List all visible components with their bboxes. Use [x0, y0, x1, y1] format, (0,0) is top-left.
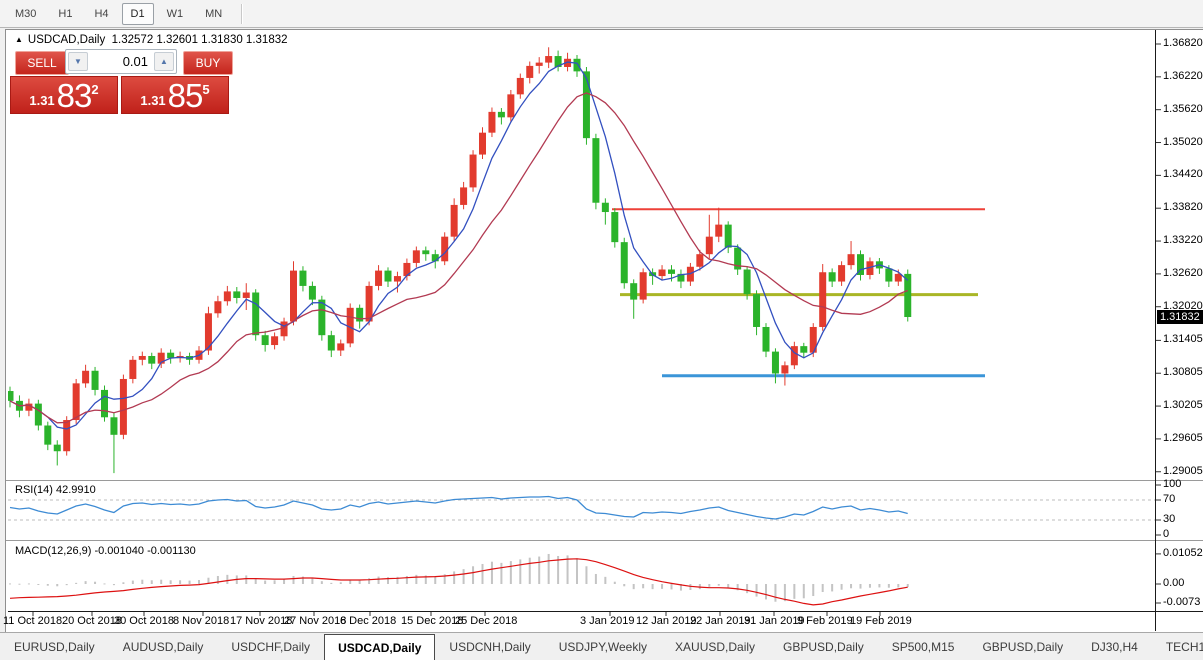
price-axis-label: 1.29605	[1163, 432, 1203, 444]
date-axis-label: 9 Feb 2019	[797, 615, 853, 627]
candlestick-chart	[0, 0, 1203, 660]
current-price-badge: 1.31832	[1157, 310, 1203, 324]
date-axis-label: 31 Jan 2019	[744, 615, 805, 627]
date-axis-label: 3 Jan 2019	[580, 615, 634, 627]
volume-input[interactable]	[88, 52, 154, 71]
macd-indicator-label: MACD(12,26,9) -0.001040 -0.001130	[15, 545, 196, 557]
chart-tab-audusd-daily[interactable]: AUDUSD,Daily	[109, 633, 218, 660]
price-axis-label: 1.30205	[1163, 399, 1203, 411]
volume-decrease-button[interactable]: ▼	[68, 52, 88, 71]
price-axis-label: 1.35620	[1163, 103, 1203, 115]
mt4-application: M30H1H4D1W1MN ▲USDCAD,Daily 1.32572 1.32…	[0, 0, 1203, 660]
date-axis-label: 19 Feb 2019	[850, 615, 912, 627]
price-axis-label: 1.36220	[1163, 70, 1203, 82]
rsi-scale-label: 0	[1163, 528, 1169, 540]
price-axis-label: 1.33820	[1163, 201, 1203, 213]
date-axis-label: 11 Oct 2018	[3, 615, 62, 627]
date-axis-label: 20 Oct 2018	[62, 615, 122, 627]
date-axis-label: 12 Jan 2019	[636, 615, 697, 627]
chart-tab-usdcad-daily[interactable]: USDCAD,Daily	[324, 634, 435, 660]
price-axis-label: 1.30805	[1163, 366, 1203, 378]
date-axis-label: 30 Oct 2018	[114, 615, 174, 627]
macd-scale-label: -0.0073	[1163, 596, 1200, 608]
price-axis-label: 1.32620	[1163, 267, 1203, 279]
rsi-scale-label: 100	[1163, 478, 1181, 490]
chart-tab-bar: EURUSD,DailyAUDUSD,DailyUSDCHF,DailyUSDC…	[0, 632, 1203, 660]
date-axis-label: 25 Dec 2018	[455, 615, 517, 627]
volume-increase-button[interactable]: ▲	[154, 52, 174, 71]
volume-stepper: ▼ ▲	[65, 49, 177, 74]
chart-tab-tech100[interactable]: TECH100,	[1152, 633, 1203, 660]
chart-tab-xauusd-daily[interactable]: XAUUSD,Daily	[661, 633, 769, 660]
price-axis-label: 1.33220	[1163, 234, 1203, 246]
chart-tab-usdjpy-weekly[interactable]: USDJPY,Weekly	[545, 633, 661, 660]
chart-tab-eurusd-daily[interactable]: EURUSD,Daily	[0, 633, 109, 660]
date-axis-label: 6 Dec 2018	[340, 615, 396, 627]
date-axis-label: 27 Nov 2018	[284, 615, 346, 627]
rsi-indicator-label: RSI(14) 42.9910	[15, 484, 96, 496]
chart-tab-dj30-h4[interactable]: DJ30,H4	[1077, 633, 1152, 660]
price-axis-label: 1.35020	[1163, 136, 1203, 148]
chart-tab-sp500-m15[interactable]: SP500,M15	[878, 633, 969, 660]
rsi-scale-label: 70	[1163, 493, 1175, 505]
chart-tab-usdchf-daily[interactable]: USDCHF,Daily	[217, 633, 324, 660]
chart-tab-gbpusd-daily[interactable]: GBPUSD,Daily	[968, 633, 1077, 660]
chart-tab-usdcnh-daily[interactable]: USDCNH,Daily	[435, 633, 544, 660]
macd-scale-label: 0.00	[1163, 577, 1184, 589]
price-axis-label: 1.29005	[1163, 465, 1203, 477]
date-axis-label: 8 Nov 2018	[173, 615, 229, 627]
price-axis-label: 1.36820	[1163, 37, 1203, 49]
price-axis-label: 1.34420	[1163, 168, 1203, 180]
chart-tab-gbpusd-daily[interactable]: GBPUSD,Daily	[769, 633, 878, 660]
date-axis-label: 22 Jan 2019	[690, 615, 751, 627]
rsi-scale-label: 30	[1163, 513, 1175, 525]
price-axis-label: 1.31405	[1163, 333, 1203, 345]
macd-scale-label: 0.010525	[1163, 547, 1203, 559]
